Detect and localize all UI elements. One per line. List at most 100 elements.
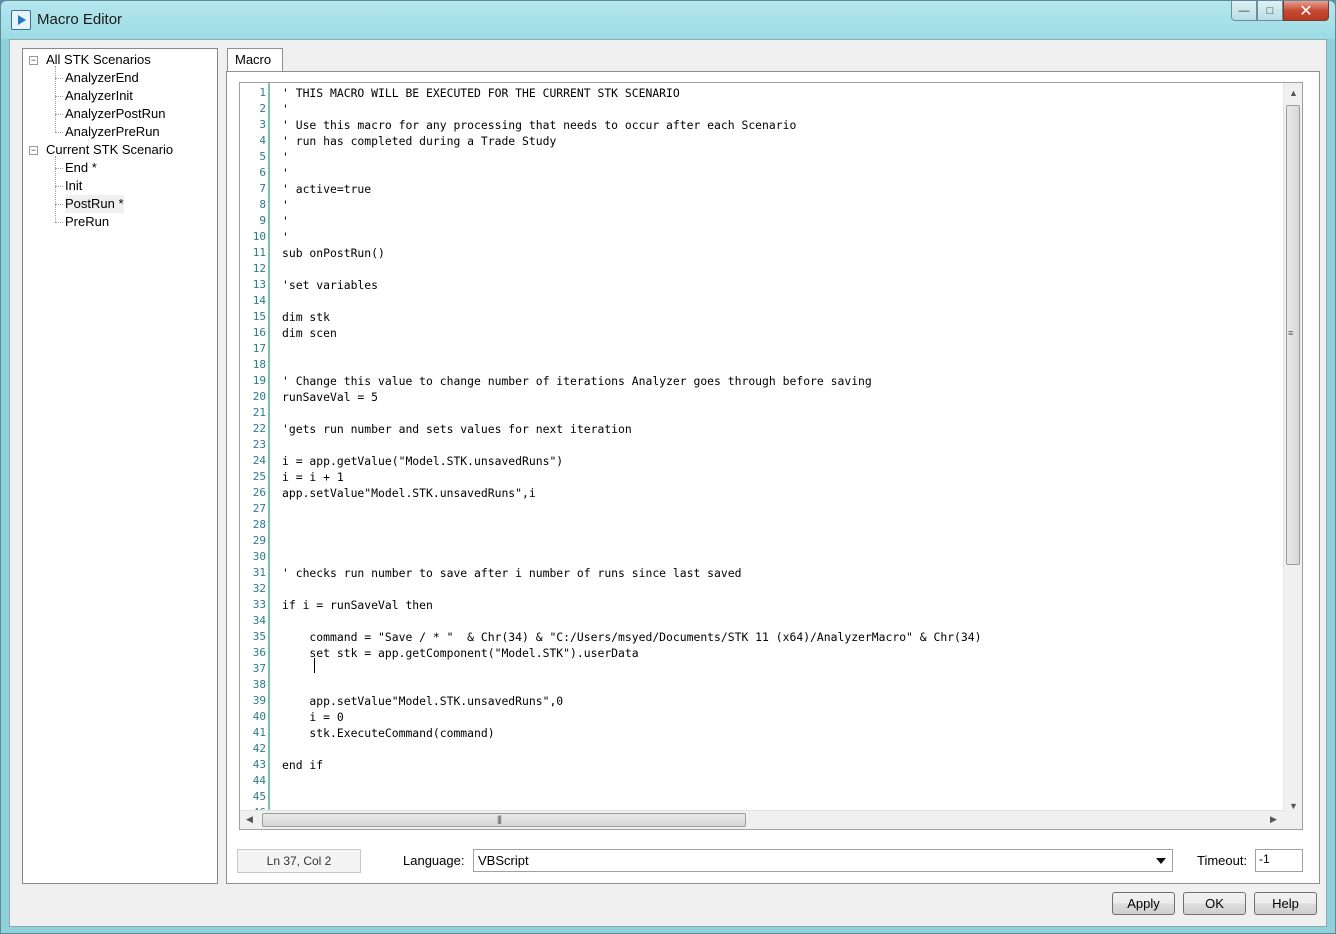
code-line[interactable]: stk.ExecuteCommand(command) — [282, 725, 494, 741]
line-number: 22 — [252, 422, 266, 435]
language-selected-value: VBScript — [478, 853, 529, 868]
chevron-down-icon — [1156, 858, 1166, 864]
maximize-icon: □ — [1266, 4, 1274, 17]
code-line[interactable]: i = 0 — [282, 709, 343, 725]
line-number: 1 — [259, 86, 266, 99]
scroll-down-icon[interactable]: ▼ — [1289, 801, 1298, 811]
scroll-left-icon[interactable]: ◀ — [246, 814, 253, 825]
code-line[interactable]: set stk = app.getComponent("Model.STK").… — [282, 645, 638, 661]
line-number: 36 — [252, 646, 266, 659]
line-number: 19 — [252, 374, 266, 387]
code-line[interactable]: sub onPostRun() — [282, 245, 385, 261]
horizontal-scroll-thumb[interactable]: ||| — [262, 813, 746, 827]
cursor-position-status: Ln 37, Col 2 — [237, 849, 361, 873]
code-line[interactable]: if i = runSaveVal then — [282, 597, 433, 613]
line-number: 20 — [252, 390, 266, 403]
line-number-gutter: 1 2 3 4 5 6 7 8 9 10 11 12 13 14 15 16 17 18 19 20 21 22 23 24 2… — [240, 83, 270, 829]
title-bar[interactable]: Macro Editor — □ ✕ — [1, 1, 1335, 39]
code-line[interactable]: app.setValue"Model.STK.unsavedRuns",0 — [282, 693, 563, 709]
scroll-up-icon[interactable]: ▲ — [1289, 88, 1298, 98]
macro-tree[interactable]: − All STK Scenarios AnalyzerEnd AnalyzerIni… — [22, 48, 218, 884]
code-line[interactable]: command = "Save / * " & Chr(34) & "C:/Us… — [282, 629, 981, 645]
maximize-button[interactable]: □ — [1257, 1, 1283, 21]
line-number: 17 — [252, 342, 266, 355]
scroll-right-icon[interactable]: ▶ — [1270, 814, 1277, 825]
code-line[interactable]: ' run has completed during a Trade Study — [282, 133, 556, 149]
code-line[interactable]: ' — [282, 165, 289, 181]
tree-macro-node[interactable]: AnalyzerPreRun — [65, 123, 160, 141]
grip-icon: ≡ — [1288, 328, 1293, 338]
tree-connector — [55, 156, 56, 222]
app-icon — [11, 10, 31, 30]
tree-macro-node[interactable]: AnalyzerInit — [65, 87, 133, 105]
apply-button[interactable]: Apply — [1112, 892, 1175, 915]
timeout-label: Timeout: — [1197, 853, 1248, 868]
line-number: 14 — [252, 294, 266, 307]
tree-connector — [55, 186, 63, 187]
line-number: 16 — [252, 326, 266, 339]
code-editor[interactable]: 1 2 3 4 5 6 7 8 9 10 11 12 13 14 15 16 17 18 19 20 21 22 23 24 2… — [239, 82, 1303, 830]
code-line[interactable]: ' — [282, 197, 289, 213]
tree-macro-node[interactable]: AnalyzerPostRun — [65, 105, 165, 123]
code-line[interactable]: ' THIS MACRO WILL BE EXECUTED FOR THE CU… — [282, 85, 680, 101]
help-button[interactable]: Help — [1254, 892, 1317, 915]
tree-expander-icon[interactable]: − — [29, 56, 38, 65]
tree-connector — [55, 204, 63, 205]
tree-group-node[interactable]: Current STK Scenario — [46, 141, 173, 159]
code-line[interactable] — [282, 661, 309, 677]
tree-macro-node[interactable]: Init — [65, 177, 82, 195]
grip-icon: ||| — [497, 814, 502, 824]
tab-macro[interactable]: Macro — [227, 48, 283, 72]
tree-group-node[interactable]: All STK Scenarios — [46, 51, 151, 69]
tree-connector — [55, 114, 63, 115]
ok-button[interactable]: OK — [1183, 892, 1246, 915]
code-line[interactable]: ' — [282, 101, 289, 117]
code-line[interactable]: ' — [282, 213, 289, 229]
tree-macro-node[interactable]: End * — [65, 159, 97, 177]
code-line[interactable]: 'gets run number and sets values for nex… — [282, 421, 632, 437]
line-number: 29 — [252, 534, 266, 547]
window-title: Macro Editor — [37, 11, 123, 28]
line-number: 41 — [252, 726, 266, 739]
text-caret — [314, 658, 315, 673]
code-line[interactable]: i = app.getValue("Model.STK.unsavedRuns"… — [282, 453, 563, 469]
code-line[interactable]: ' active=true — [282, 181, 371, 197]
timeout-input[interactable]: -1 — [1255, 849, 1303, 872]
code-line[interactable]: runSaveVal = 5 — [282, 389, 378, 405]
code-line[interactable]: ' checks run number to save after i numb… — [282, 565, 741, 581]
code-line[interactable]: app.setValue"Model.STK.unsavedRuns",i — [282, 485, 536, 501]
line-number: 40 — [252, 710, 266, 723]
tree-macro-node[interactable]: PostRun * — [65, 195, 124, 213]
line-number: 13 — [252, 278, 266, 291]
tree-macro-node[interactable]: PreRun — [65, 213, 109, 231]
line-number: 44 — [252, 774, 266, 787]
line-number: 32 — [252, 582, 266, 595]
code-line[interactable]: end if — [282, 757, 323, 773]
code-line[interactable]: dim stk — [282, 309, 330, 325]
line-number: 27 — [252, 502, 266, 515]
minimize-icon: — — [1238, 4, 1250, 17]
line-number: 39 — [252, 694, 266, 707]
code-line[interactable]: i = i + 1 — [282, 469, 344, 485]
close-button[interactable]: ✕ — [1283, 1, 1329, 21]
code-line[interactable]: ' — [282, 229, 289, 245]
line-number: 25 — [252, 470, 266, 483]
line-number: 30 — [252, 550, 266, 563]
language-label: Language: — [403, 853, 465, 868]
tree-macro-node[interactable]: AnalyzerEnd — [65, 69, 139, 87]
code-line[interactable]: 'set variables — [282, 277, 378, 293]
code-line[interactable]: ' — [282, 149, 289, 165]
horizontal-scrollbar[interactable]: ◀ ||| ▶ — [240, 810, 1286, 829]
minimize-button[interactable]: — — [1231, 1, 1257, 21]
code-line[interactable]: ' Change this value to change number of … — [282, 373, 872, 389]
vertical-scrollbar[interactable]: ▲ ≡ ▼ — [1283, 83, 1302, 813]
language-select[interactable]: VBScript — [473, 849, 1173, 872]
line-number: 42 — [252, 742, 266, 755]
code-line[interactable]: dim scen — [282, 325, 337, 341]
tree-expander-icon[interactable]: − — [29, 146, 38, 155]
line-number: 38 — [252, 678, 266, 691]
line-number: 7 — [259, 182, 266, 195]
code-line[interactable]: ' Use this macro for any processing that… — [282, 117, 796, 133]
line-number: 35 — [252, 630, 266, 643]
vertical-scroll-thumb[interactable]: ≡ — [1286, 105, 1300, 565]
